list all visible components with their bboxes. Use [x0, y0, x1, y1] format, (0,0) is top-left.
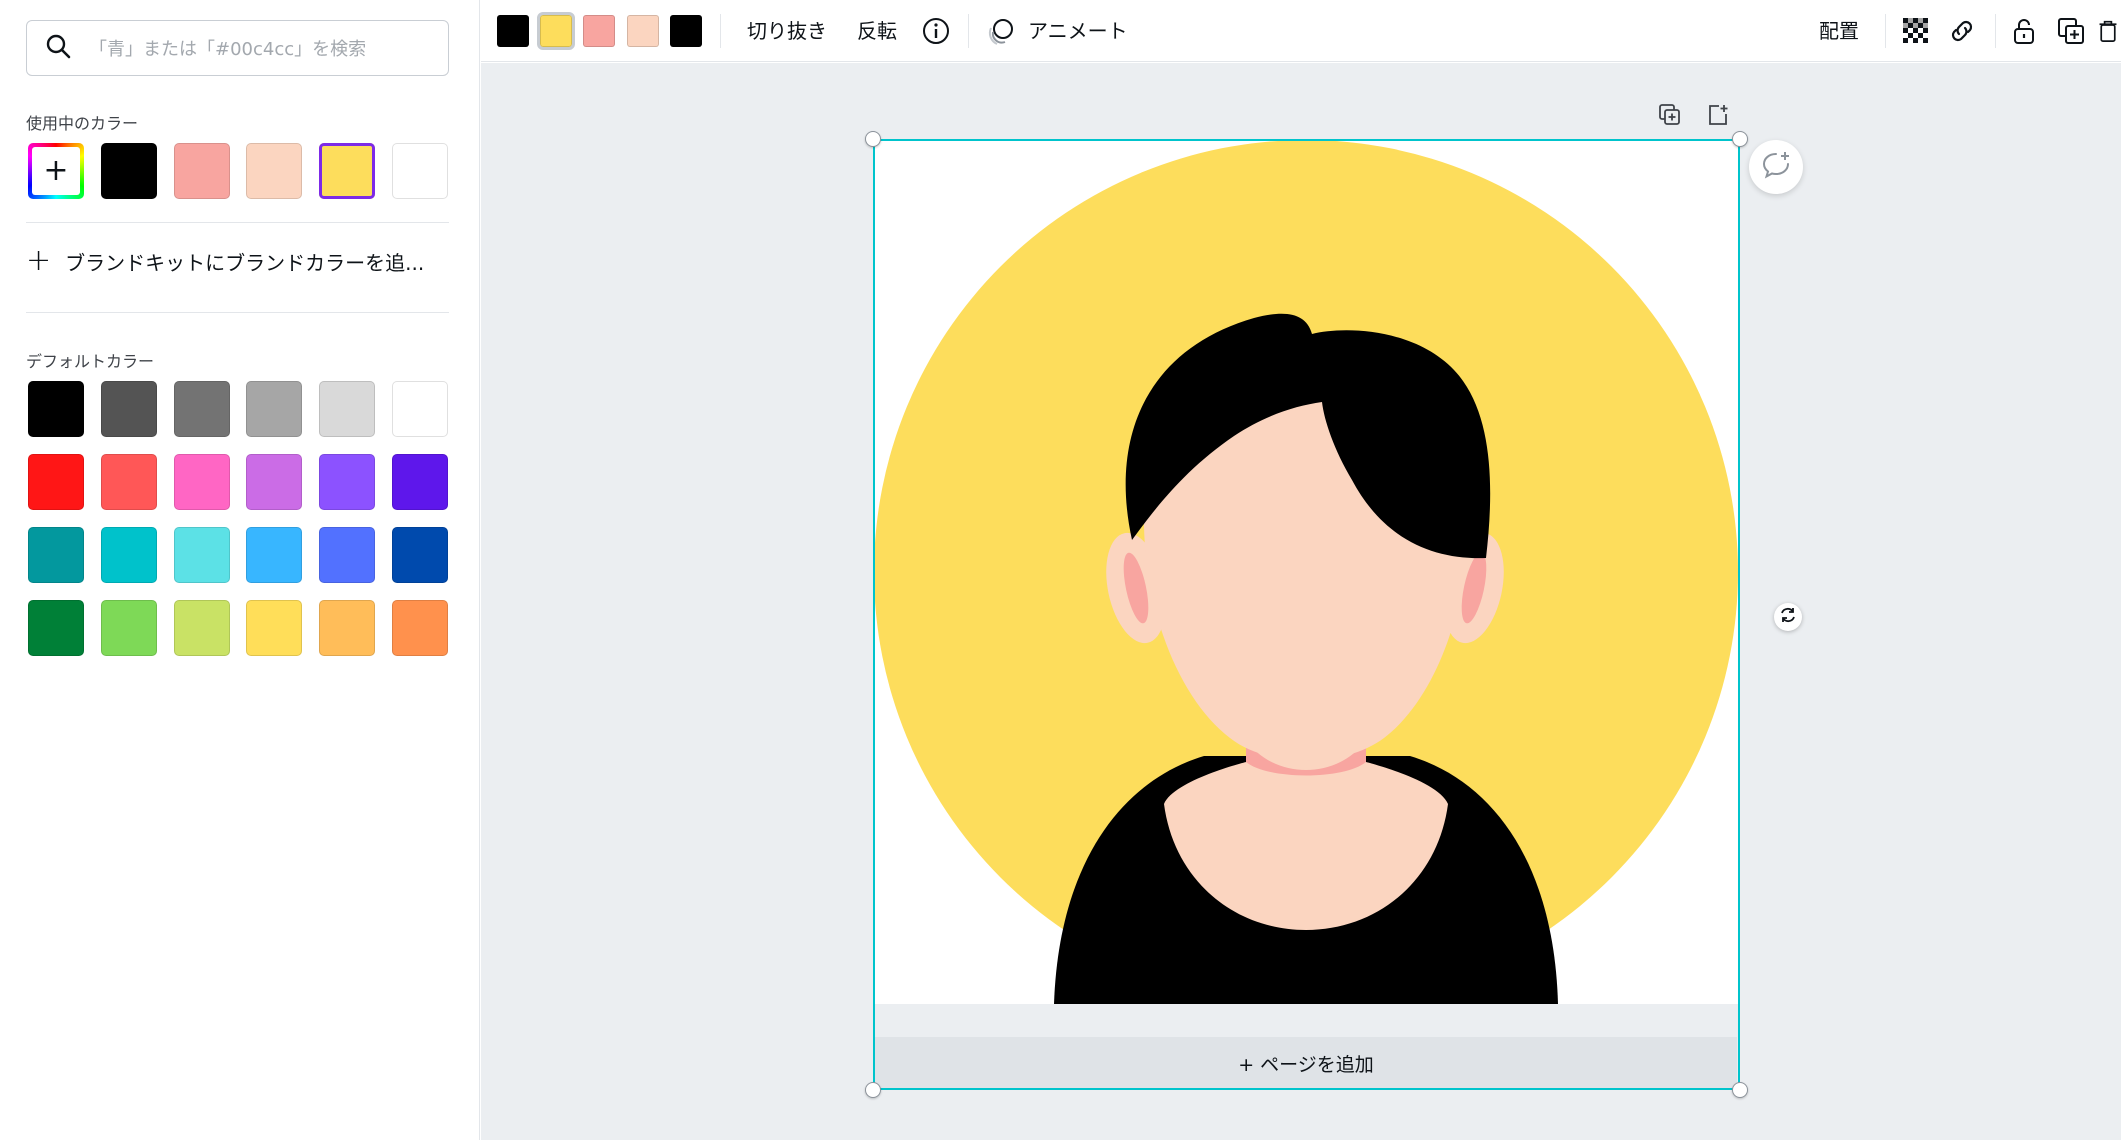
- in-use-swatch[interactable]: [246, 143, 302, 199]
- brand-kit-label: ブランドキットにブランドカラーを追...: [65, 250, 425, 275]
- default-color-swatch[interactable]: [101, 600, 157, 656]
- divider: [26, 222, 449, 223]
- color-search-box[interactable]: 「青」または「#00c4cc」を検索: [26, 20, 449, 76]
- resize-handle-top-right[interactable]: [1732, 131, 1748, 147]
- flip-button[interactable]: 反転: [857, 16, 897, 46]
- in-use-colors-title: 使用中のカラー: [26, 114, 139, 133]
- search-placeholder: 「青」または「#00c4cc」を検索: [89, 39, 367, 60]
- duplicate-page-icon[interactable]: [1656, 101, 1684, 129]
- in-use-swatch[interactable]: [319, 143, 375, 199]
- default-color-swatch[interactable]: [319, 527, 375, 583]
- default-color-swatch[interactable]: [174, 527, 230, 583]
- toolbar-color-swatch[interactable]: [627, 15, 659, 47]
- default-color-swatch[interactable]: [28, 527, 84, 583]
- default-color-swatch[interactable]: [392, 454, 448, 510]
- default-color-swatch[interactable]: [101, 527, 157, 583]
- default-color-swatch[interactable]: [392, 527, 448, 583]
- default-color-swatch[interactable]: [319, 600, 375, 656]
- page-gap: [875, 1004, 1737, 1037]
- default-color-swatch[interactable]: [174, 381, 230, 437]
- app-root: 「青」または「#00c4cc」を検索 使用中のカラー + + ブランドキットにブ…: [0, 0, 2121, 1140]
- plus-icon: +: [43, 153, 69, 188]
- in-use-swatch[interactable]: [174, 143, 230, 199]
- default-color-swatch[interactable]: [101, 454, 157, 510]
- toolbar-color-swatch[interactable]: [497, 15, 529, 47]
- toolbar-divider: [968, 14, 969, 48]
- default-color-swatch[interactable]: [28, 381, 84, 437]
- trash-icon[interactable]: [2097, 15, 2119, 47]
- rotate-icon: [1778, 605, 1798, 629]
- lock-icon[interactable]: [2008, 15, 2040, 47]
- add-page-button[interactable]: + ページを追加: [875, 1037, 1737, 1089]
- resize-handle-bottom-left[interactable]: [865, 1082, 881, 1098]
- editor-toolbar: 切り抜き 反転 アニメート 配置: [481, 0, 2121, 62]
- default-color-swatch[interactable]: [392, 600, 448, 656]
- animate-button[interactable]: アニメート: [1028, 16, 1128, 46]
- toolbar-divider: [1885, 14, 1886, 48]
- plus-icon: +: [26, 243, 52, 278]
- default-color-swatch[interactable]: [174, 454, 230, 510]
- position-button[interactable]: 配置: [1819, 16, 1859, 46]
- divider: [26, 312, 449, 313]
- add-comment-button[interactable]: [1749, 140, 1803, 194]
- link-icon[interactable]: [1946, 15, 1978, 47]
- toolbar-color-swatch[interactable]: [670, 15, 702, 47]
- rotate-handle[interactable]: [1774, 603, 1802, 631]
- resize-handle-bottom-right[interactable]: [1732, 1082, 1748, 1098]
- avatar-illustration[interactable]: [874, 140, 1738, 1004]
- default-color-swatch[interactable]: [246, 600, 302, 656]
- transparency-icon[interactable]: [1900, 15, 1932, 47]
- crop-button[interactable]: 切り抜き: [747, 16, 827, 46]
- default-color-swatch[interactable]: [174, 600, 230, 656]
- info-icon[interactable]: [920, 15, 952, 47]
- duplicate-icon[interactable]: [2055, 15, 2087, 47]
- in-use-swatch[interactable]: [101, 143, 157, 199]
- add-page-icon[interactable]: [1704, 101, 1732, 129]
- in-use-swatch[interactable]: [392, 143, 448, 199]
- default-colors-title: デフォルトカラー: [26, 352, 155, 371]
- default-color-swatch[interactable]: [246, 527, 302, 583]
- default-color-swatch[interactable]: [246, 381, 302, 437]
- toolbar-divider: [720, 14, 721, 48]
- search-icon: [45, 33, 71, 63]
- default-color-swatch[interactable]: [28, 454, 84, 510]
- resize-handle-top-left[interactable]: [865, 131, 881, 147]
- animate-icon[interactable]: [985, 15, 1017, 47]
- default-color-swatch[interactable]: [319, 381, 375, 437]
- default-color-swatch[interactable]: [246, 454, 302, 510]
- default-color-swatch[interactable]: [28, 600, 84, 656]
- add-color-button[interactable]: +: [28, 143, 84, 199]
- default-color-swatch[interactable]: [392, 381, 448, 437]
- add-brand-colors-link[interactable]: + ブランドキットにブランドカラーを追...: [26, 246, 424, 276]
- default-color-swatch[interactable]: [319, 454, 375, 510]
- toolbar-color-swatch[interactable]: [583, 15, 615, 47]
- color-panel: 「青」または「#00c4cc」を検索 使用中のカラー + + ブランドキットにブ…: [0, 0, 480, 1140]
- design-page[interactable]: [874, 140, 1738, 1004]
- toolbar-divider: [1995, 14, 1996, 48]
- default-color-swatch[interactable]: [101, 381, 157, 437]
- toolbar-color-swatch[interactable]: [537, 12, 575, 50]
- add-comment-icon: [1760, 149, 1792, 185]
